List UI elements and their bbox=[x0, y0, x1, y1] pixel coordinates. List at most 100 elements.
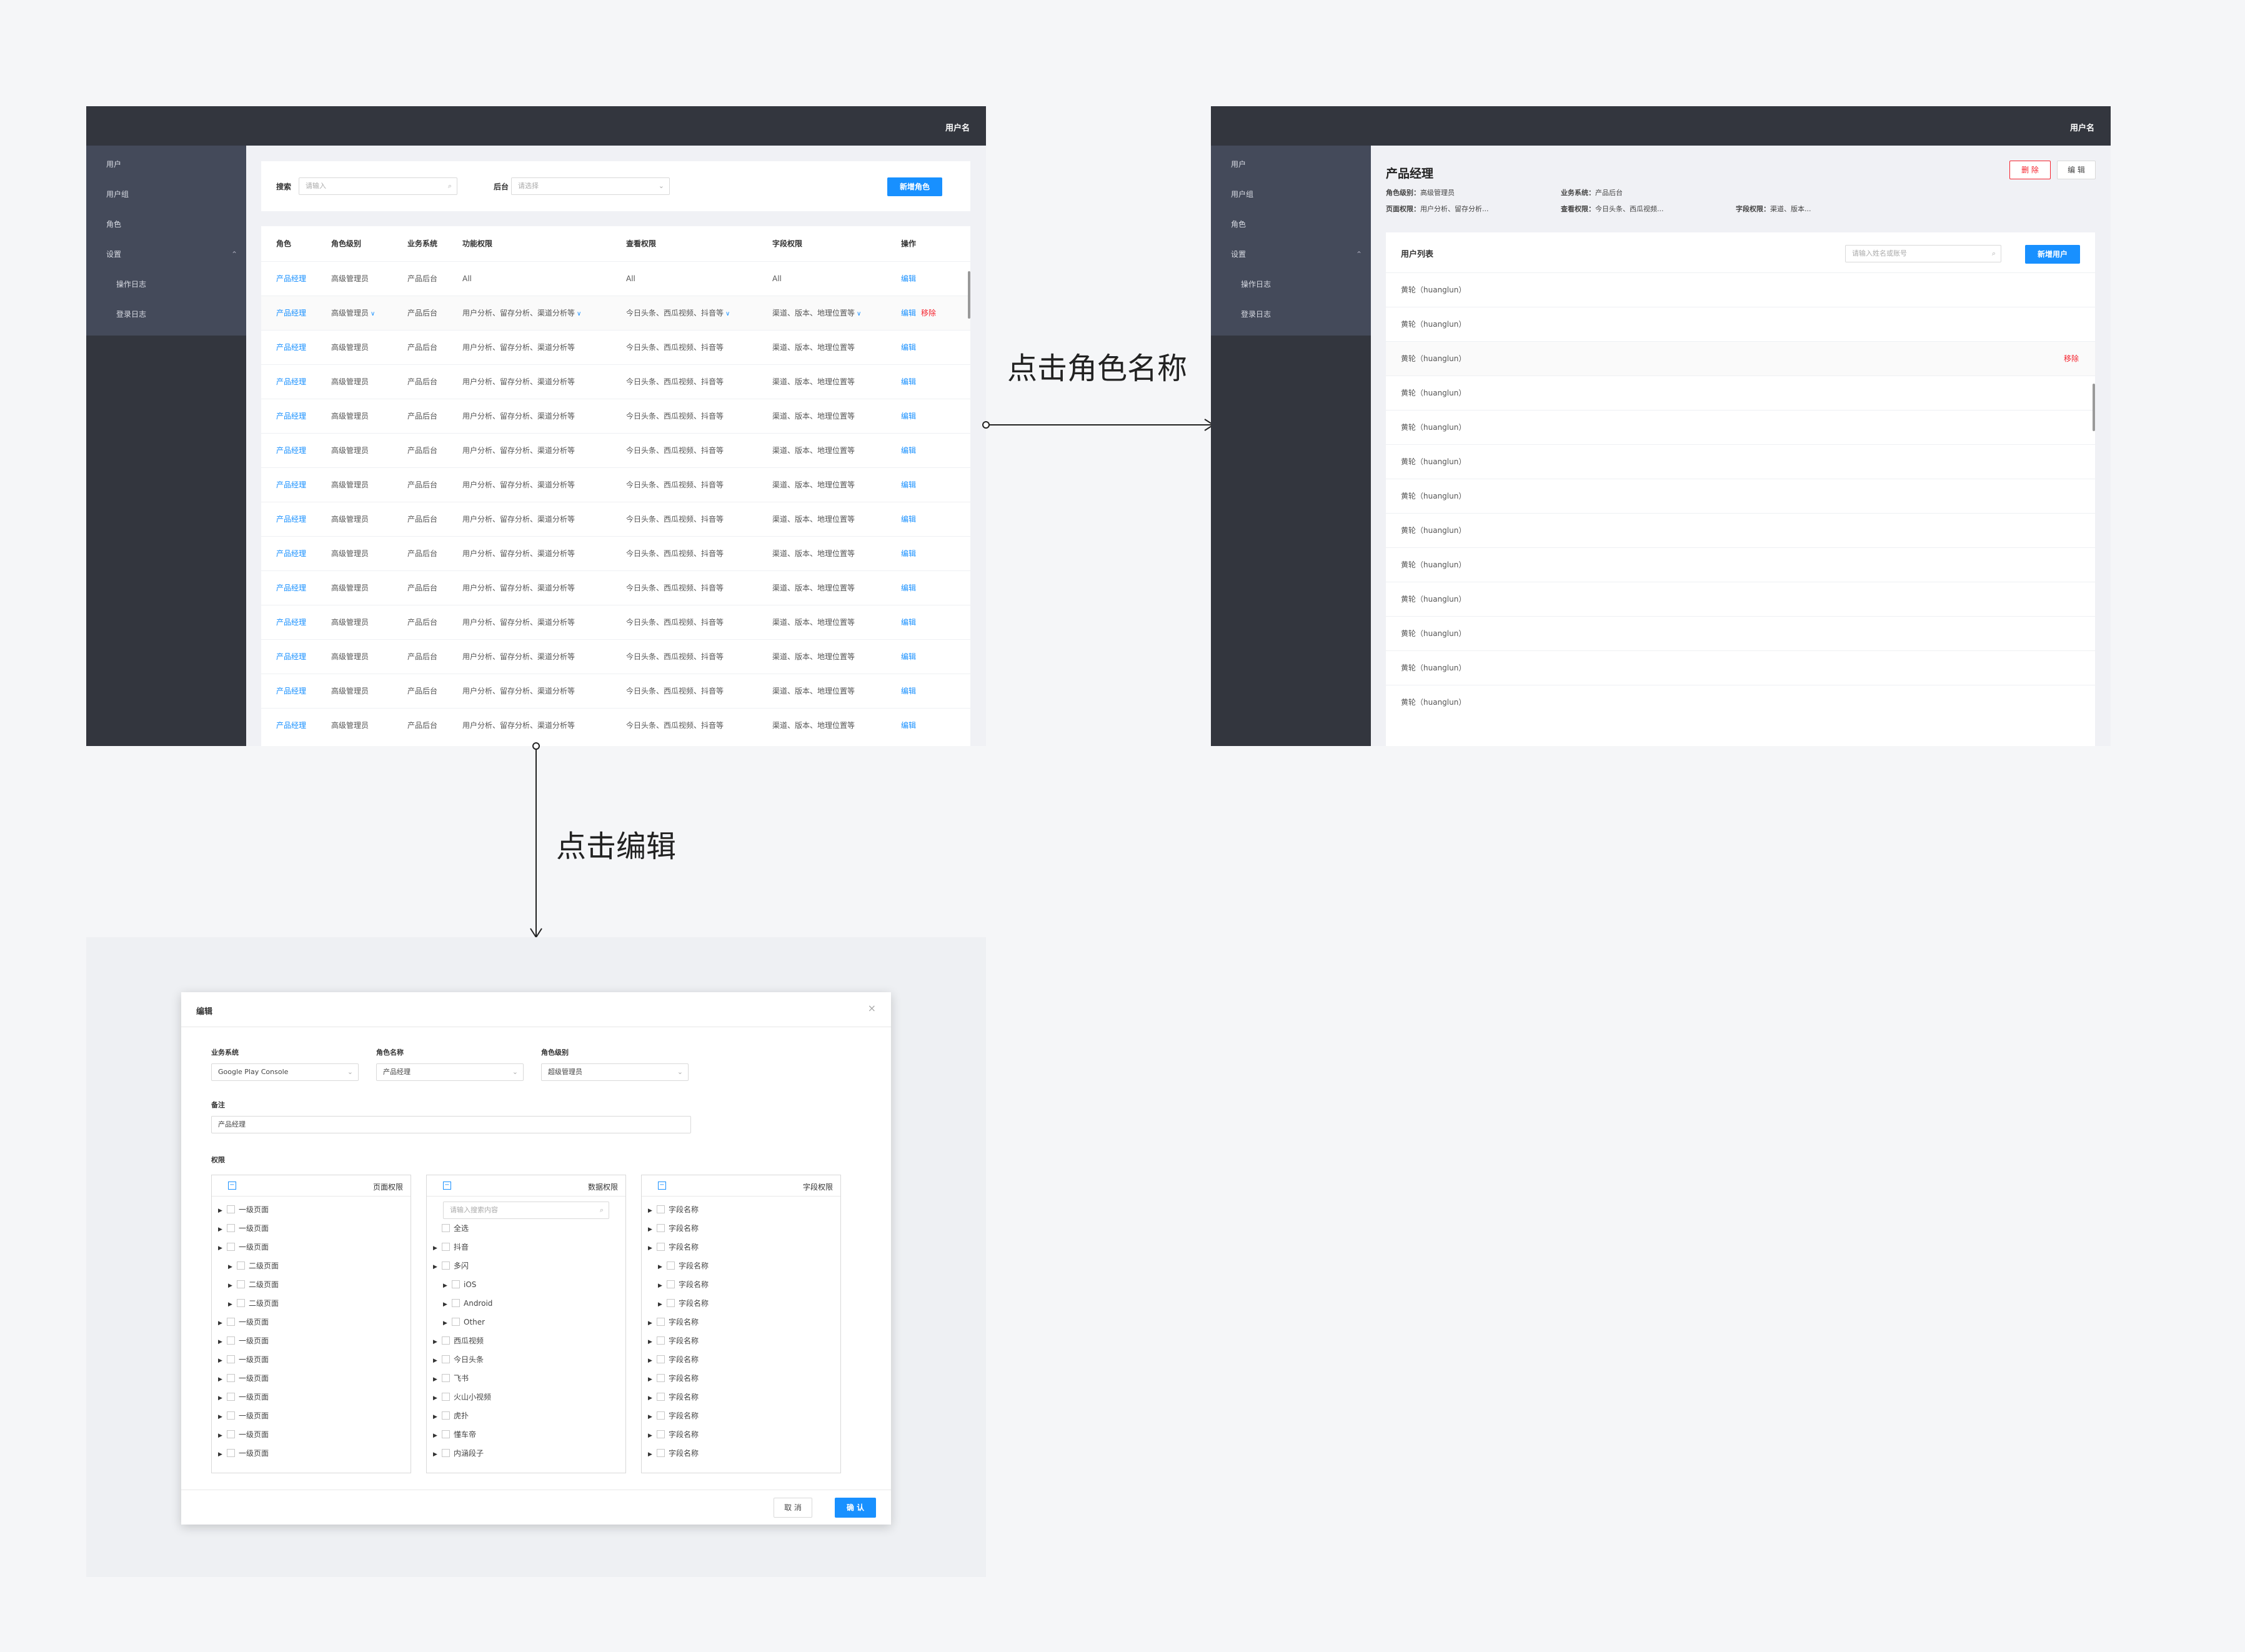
caret-right-icon[interactable]: ▶ bbox=[433, 1258, 439, 1276]
caret-right-icon[interactable]: ▶ bbox=[218, 1426, 224, 1445]
caret-right-icon[interactable]: ▶ bbox=[648, 1370, 654, 1389]
sidebar-item-roles[interactable]: 角色 bbox=[86, 209, 246, 239]
caret-right-icon[interactable]: ▶ bbox=[648, 1408, 654, 1426]
scrollbar[interactable] bbox=[2093, 384, 2095, 431]
role-name-link[interactable]: 产品经理 bbox=[261, 707, 316, 742]
tree-node[interactable]: ▶ 一级页面 bbox=[212, 1444, 411, 1463]
backend-select[interactable]: 请选择 ⌄ bbox=[511, 177, 670, 195]
edit-link[interactable]: 编辑 bbox=[901, 652, 916, 661]
checkbox[interactable] bbox=[657, 1393, 665, 1401]
edit-link[interactable]: 编辑 bbox=[901, 584, 916, 592]
tree-node[interactable]: ▶ 字段名称 bbox=[642, 1294, 840, 1313]
role-name-link[interactable]: 产品经理 bbox=[261, 261, 316, 296]
tree-node[interactable]: ▶ 字段名称 bbox=[642, 1256, 840, 1275]
tree-node[interactable]: ▶ 字段名称 bbox=[642, 1313, 840, 1331]
tree-node[interactable]: ▶ 二级页面 bbox=[212, 1256, 411, 1275]
tree-node[interactable]: ▶ 一级页面 bbox=[212, 1219, 411, 1238]
tree-node[interactable]: ▶ 二级页面 bbox=[212, 1275, 411, 1294]
checkbox[interactable] bbox=[227, 1336, 235, 1345]
close-icon[interactable]: × bbox=[868, 1002, 876, 1014]
new-role-button[interactable]: 新增角色 bbox=[887, 177, 942, 196]
caret-right-icon[interactable]: ▶ bbox=[443, 1295, 449, 1314]
caret-right-icon[interactable]: ▶ bbox=[648, 1333, 654, 1351]
role-name-link[interactable]: 产品经理 bbox=[261, 639, 316, 674]
tree-node[interactable]: ▶ 一级页面 bbox=[212, 1369, 411, 1388]
tree-node[interactable]: ▶ 一级页面 bbox=[212, 1350, 411, 1369]
checkbox[interactable] bbox=[667, 1299, 675, 1307]
caret-right-icon[interactable]: ▶ bbox=[658, 1295, 664, 1314]
role-name-link[interactable]: 产品经理 bbox=[261, 673, 316, 708]
tree-node[interactable]: ▶ 字段名称 bbox=[642, 1331, 840, 1350]
select-all-checkbox[interactable]: − bbox=[443, 1182, 451, 1190]
checkbox[interactable] bbox=[227, 1430, 235, 1438]
chevron-down-icon[interactable]: ∨ bbox=[371, 311, 375, 317]
checkbox[interactable] bbox=[442, 1374, 450, 1382]
edit-link[interactable]: 编辑 bbox=[901, 721, 916, 730]
select-all-checkbox[interactable]: − bbox=[228, 1182, 236, 1190]
tree-node[interactable]: ▶ 懂车帝 bbox=[427, 1425, 625, 1444]
checkbox[interactable] bbox=[442, 1336, 450, 1345]
tree-node[interactable]: ▶ 一级页面 bbox=[212, 1200, 411, 1219]
tree-node[interactable]: ▶ 一级页面 bbox=[212, 1388, 411, 1406]
role-name-select[interactable]: 产品经理 ⌄ bbox=[376, 1063, 524, 1081]
sidebar-item-roles[interactable]: 角色 bbox=[1211, 209, 1371, 239]
delete-button[interactable]: 删 除 bbox=[2009, 161, 2051, 179]
role-name-link[interactable]: 产品经理 bbox=[261, 570, 316, 605]
chevron-down-icon[interactable]: ∨ bbox=[725, 311, 730, 317]
caret-right-icon[interactable]: ▶ bbox=[433, 1389, 439, 1408]
caret-right-icon[interactable]: ▶ bbox=[433, 1370, 439, 1389]
tree-node[interactable]: ▶ 字段名称 bbox=[642, 1444, 840, 1463]
caret-right-icon[interactable]: ▶ bbox=[218, 1220, 224, 1239]
caret-right-icon[interactable]: ▶ bbox=[648, 1202, 654, 1220]
role-name-link[interactable]: 产品经理 bbox=[261, 467, 316, 502]
checkbox[interactable] bbox=[442, 1393, 450, 1401]
checkbox[interactable] bbox=[227, 1393, 235, 1401]
tree-node[interactable]: ▶ 西瓜视频 bbox=[427, 1331, 625, 1350]
caret-right-icon[interactable]: ▶ bbox=[658, 1258, 664, 1276]
checkbox[interactable] bbox=[442, 1355, 450, 1363]
tree-node[interactable]: ▶ 今日头条 bbox=[427, 1350, 625, 1369]
caret-right-icon[interactable]: ▶ bbox=[443, 1314, 449, 1333]
tree-node[interactable]: ▶ 火山小视频 bbox=[427, 1388, 625, 1406]
checkbox[interactable] bbox=[227, 1318, 235, 1326]
checkbox[interactable] bbox=[237, 1280, 245, 1288]
checkbox[interactable] bbox=[657, 1355, 665, 1363]
select-all-checkbox[interactable]: − bbox=[658, 1182, 666, 1190]
caret-right-icon[interactable]: ▶ bbox=[443, 1276, 449, 1295]
caret-right-icon[interactable]: ▶ bbox=[648, 1239, 654, 1258]
edit-link[interactable]: 编辑 bbox=[901, 343, 916, 352]
edit-link[interactable]: 编辑 bbox=[901, 377, 916, 386]
caret-right-icon[interactable]: ▶ bbox=[433, 1333, 439, 1351]
sidebar-item-settings[interactable]: 设置 ⌃ bbox=[86, 239, 246, 269]
tree-node[interactable]: ▶ 虎扑 bbox=[427, 1406, 625, 1425]
checkbox[interactable] bbox=[667, 1261, 675, 1270]
role-name-link[interactable]: 产品经理 bbox=[261, 535, 316, 570]
edit-link[interactable]: 编辑 bbox=[901, 446, 916, 455]
chevron-down-icon[interactable]: ∨ bbox=[577, 311, 581, 317]
edit-link[interactable]: 编辑 bbox=[901, 515, 916, 524]
tree-node[interactable]: ▶ iOS bbox=[427, 1275, 625, 1294]
tree-node[interactable]: ▶ 字段名称 bbox=[642, 1275, 840, 1294]
caret-right-icon[interactable]: ▶ bbox=[648, 1351, 654, 1370]
sidebar-item-users[interactable]: 用户 bbox=[86, 149, 246, 179]
role-name-link[interactable]: 产品经理 bbox=[261, 364, 316, 399]
tree-node[interactable]: ▶ 字段名称 bbox=[642, 1406, 840, 1425]
checkbox[interactable] bbox=[657, 1411, 665, 1420]
caret-right-icon[interactable]: ▶ bbox=[218, 1370, 224, 1389]
tree-node[interactable]: ▶ 字段名称 bbox=[642, 1369, 840, 1388]
caret-right-icon[interactable]: ▶ bbox=[218, 1351, 224, 1370]
checkbox[interactable] bbox=[442, 1449, 450, 1457]
edit-link[interactable]: 编辑 bbox=[901, 274, 916, 283]
username[interactable]: 用户名 bbox=[2070, 121, 2094, 133]
caret-right-icon[interactable]: ▶ bbox=[648, 1314, 654, 1333]
edit-link[interactable]: 编辑 bbox=[901, 687, 916, 695]
sidebar-item-operation-log[interactable]: 操作日志 bbox=[1211, 269, 1371, 299]
tree-node[interactable]: ▶ 字段名称 bbox=[642, 1388, 840, 1406]
checkbox[interactable] bbox=[657, 1243, 665, 1251]
tree-node[interactable]: ▶ 一级页面 bbox=[212, 1425, 411, 1444]
caret-right-icon[interactable]: ▶ bbox=[218, 1239, 224, 1258]
tree-node[interactable]: 全选 bbox=[427, 1219, 625, 1238]
edit-link[interactable]: 编辑 bbox=[901, 309, 916, 317]
caret-right-icon[interactable]: ▶ bbox=[648, 1389, 654, 1408]
checkbox[interactable] bbox=[657, 1336, 665, 1345]
